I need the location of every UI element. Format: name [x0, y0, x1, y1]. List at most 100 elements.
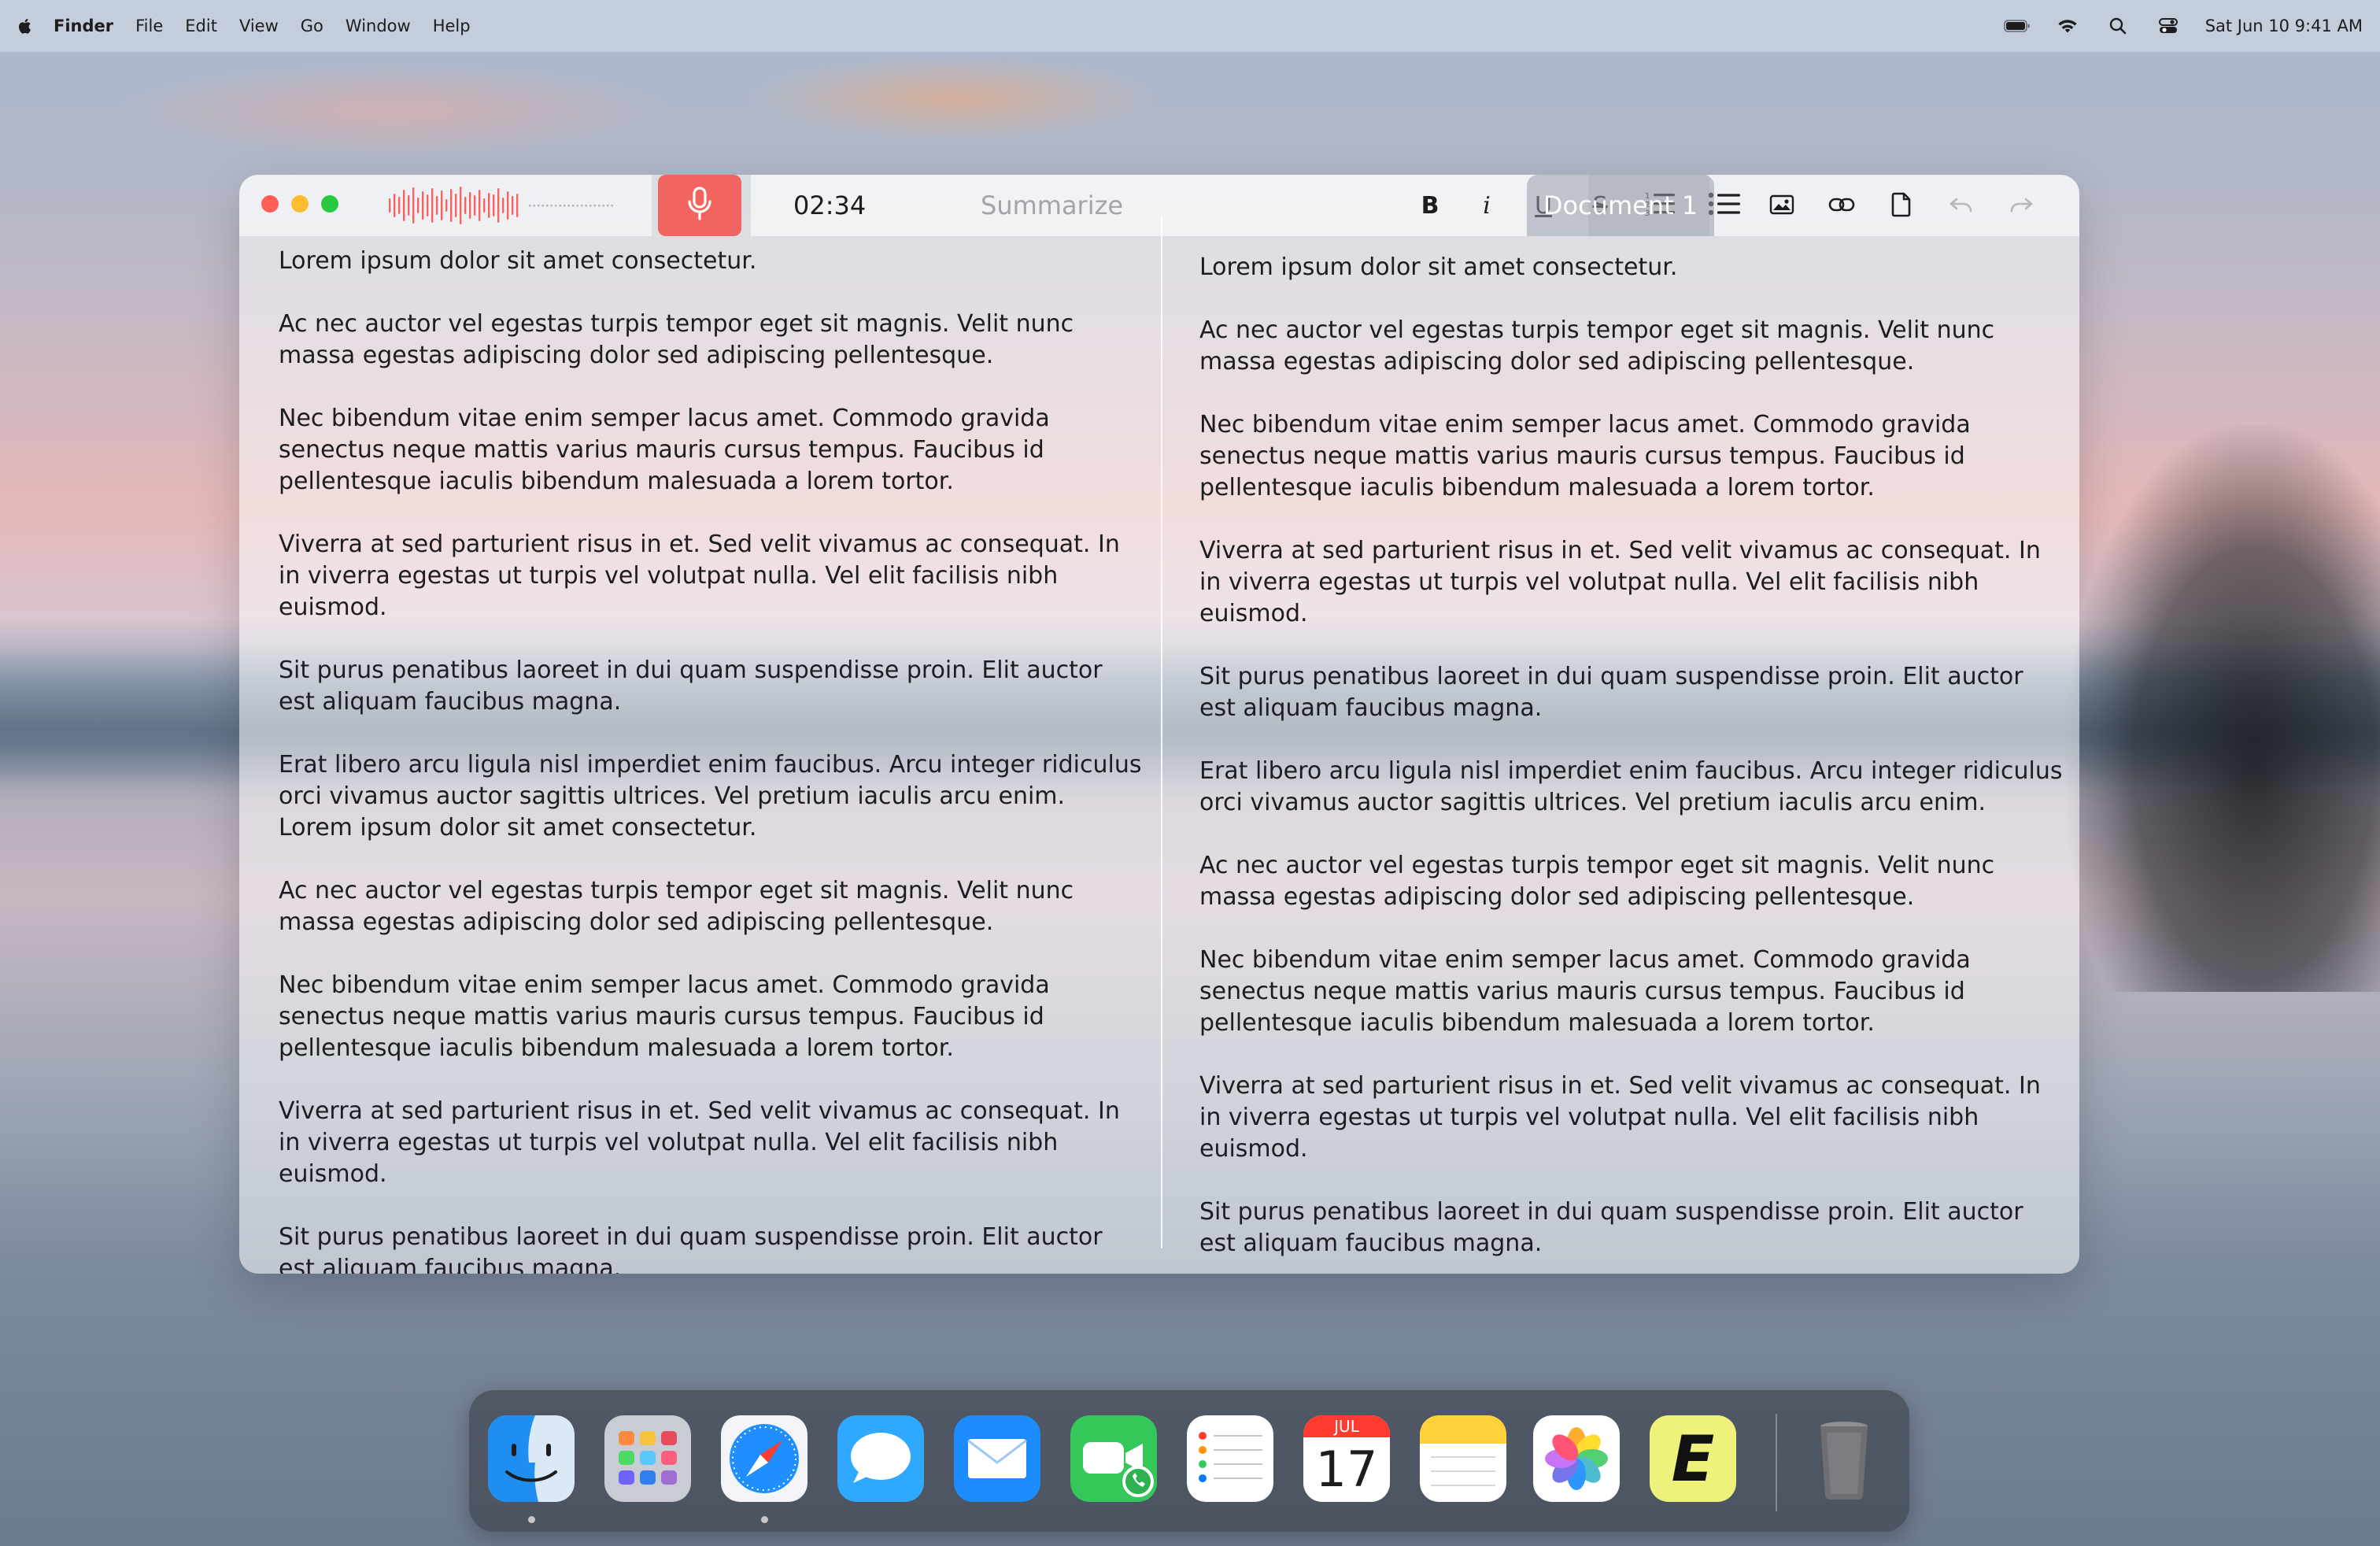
waveform-dot [593, 205, 596, 207]
finder-icon [488, 1415, 575, 1502]
dock-photos[interactable] [1533, 1415, 1620, 1502]
menu-help[interactable]: Help [433, 17, 471, 35]
waveform-bar [502, 198, 504, 213]
waveform-bar [436, 196, 438, 215]
transcript-pane[interactable]: Lorem ipsum dolor sit amet consectetur. A… [279, 246, 1144, 1274]
apple-menu-icon[interactable] [17, 17, 31, 35]
waveform-dot [585, 205, 587, 207]
menu-view[interactable]: View [239, 17, 279, 35]
record-button[interactable] [658, 175, 741, 236]
dock-facetime[interactable] [1070, 1415, 1157, 1502]
menu-go[interactable]: Go [301, 17, 323, 35]
waveform-bar [516, 194, 519, 217]
close-button[interactable] [261, 195, 279, 213]
paragraph: Viverra at sed parturient risus in et. S… [279, 1097, 1120, 1188]
waveform-dot [589, 205, 592, 207]
calendar-day: 17 [1315, 1441, 1378, 1498]
launchpad-icon [604, 1415, 691, 1502]
waveform-bar [460, 187, 462, 224]
italic-button[interactable]: i [1469, 187, 1505, 224]
waveform-dot [607, 205, 609, 207]
battery-icon[interactable] [2003, 17, 2031, 35]
messages-icon [837, 1415, 924, 1502]
transcription-window: 02:34 Summarize B i U S 123 Document 1 [239, 175, 2079, 1274]
menu-window[interactable]: Window [346, 17, 411, 35]
insert-image-button[interactable] [1765, 189, 1799, 224]
menu-edit[interactable]: Edit [185, 17, 217, 35]
mail-icon [954, 1415, 1040, 1502]
wifi-icon[interactable] [2054, 17, 2081, 35]
search-icon[interactable] [2105, 17, 2131, 35]
undo-button[interactable] [1944, 189, 1979, 224]
waveform-dot [581, 205, 583, 207]
traffic-lights [261, 195, 338, 213]
dock-launchpad[interactable] [604, 1415, 691, 1502]
document-editor-pane[interactable]: Lorem ipsum dolor sit amet consectetur. A… [1199, 252, 2065, 1274]
waveform-bar [455, 194, 457, 217]
waveform-bar [398, 197, 401, 214]
waveform-dot [611, 205, 613, 207]
bold-label: B [1421, 191, 1439, 220]
dock-calendar[interactable]: JUL 17 [1303, 1415, 1390, 1502]
paragraph: Viverra at sed parturient risus in et. S… [1199, 537, 2041, 627]
dock-trash[interactable] [1801, 1415, 1887, 1502]
document-tab[interactable]: Document 1 [1527, 175, 1714, 236]
link-icon [1828, 196, 1855, 216]
waveform-dot [529, 205, 531, 207]
notes-icon [1420, 1415, 1506, 1502]
waveform-dot [567, 205, 570, 207]
control-center-icon[interactable] [2155, 17, 2182, 35]
dock-mail[interactable] [954, 1415, 1040, 1502]
sky-cloud [118, 63, 669, 157]
waveform-dot [533, 205, 535, 207]
waveform-dot [572, 205, 575, 207]
waveform-bar [497, 188, 500, 223]
waveform-bar [488, 193, 490, 218]
trash-icon [1820, 1422, 1868, 1500]
redo-button[interactable] [2004, 189, 2038, 224]
paragraph: Viverra at sed parturient risus in et. S… [1199, 1072, 2041, 1163]
menu-datetime[interactable]: Sat Jun 10 9:41 AM [2205, 17, 2363, 35]
dock-reminders[interactable] [1187, 1415, 1273, 1502]
dock-safari[interactable] [721, 1415, 808, 1502]
menu-file[interactable]: File [135, 17, 163, 35]
waveform-bar [408, 195, 410, 216]
dock-e-app[interactable]: E [1650, 1415, 1736, 1502]
e-app-letter: E [1671, 1422, 1715, 1496]
summarize-button[interactable]: Summarize [981, 190, 1123, 220]
undo-icon [1949, 196, 1974, 216]
waveform-bar [417, 198, 419, 213]
bold-button[interactable]: B [1412, 187, 1448, 224]
waveform-bar [427, 194, 429, 216]
zoom-button[interactable] [321, 195, 338, 213]
redo-icon [2009, 196, 2034, 216]
dock: JUL 17 E [469, 1390, 1909, 1532]
new-document-button[interactable] [1884, 189, 1919, 224]
waveform-bar [512, 196, 514, 215]
facetime-icon [1070, 1415, 1157, 1502]
microphone-icon [686, 187, 714, 224]
reminders-icon [1187, 1415, 1273, 1502]
paragraph: Ac nec auctor vel egestas turpis tempor … [1199, 316, 1995, 375]
paragraph: Ac nec auctor vel egestas turpis tempor … [1199, 852, 1995, 911]
image-icon [1769, 194, 1794, 219]
insert-link-button[interactable] [1824, 189, 1859, 224]
dock-notes[interactable] [1420, 1415, 1506, 1502]
window-toolbar: 02:34 Summarize B i U S 123 Document 1 [239, 175, 2079, 236]
calendar-month: JUL [1303, 1415, 1390, 1437]
paragraph: Erat libero arcu ligula nisl imperdiet e… [1199, 757, 2063, 816]
waveform-bar [403, 190, 405, 221]
paragraph: Erat libero arcu ligula nisl imperdiet e… [279, 751, 1142, 841]
menu-bar: Finder File Edit View Go Window Help Sat… [0, 0, 2380, 52]
paragraph: Sit purus penatibus laoreet in dui quam … [279, 656, 1103, 716]
dock-finder[interactable] [488, 1415, 575, 1502]
waveform-bar [464, 197, 467, 214]
menu-app-name[interactable]: Finder [54, 17, 113, 35]
waveform-bar [493, 194, 495, 216]
waveform-dot [559, 205, 561, 207]
paragraph: Sit purus penatibus laoreet in dui quam … [1199, 663, 2023, 722]
paragraph: Lorem ipsum dolor sit amet consectetur. [1199, 253, 1678, 281]
minimize-button[interactable] [291, 195, 309, 213]
pane-divider[interactable] [1161, 216, 1162, 1248]
dock-messages[interactable] [837, 1415, 924, 1502]
